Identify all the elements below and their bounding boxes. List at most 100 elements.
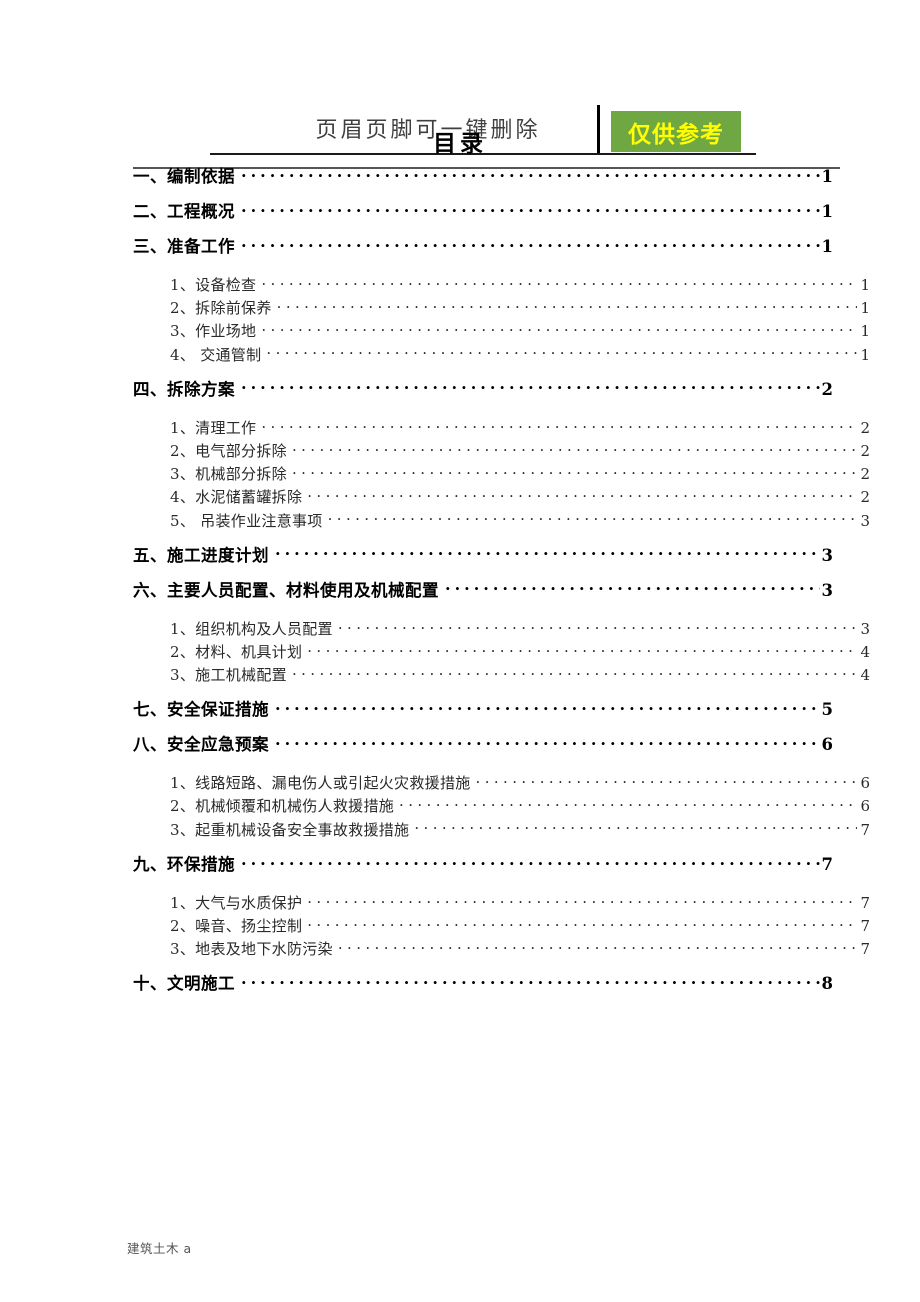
- toc-dot-leader: [241, 973, 820, 990]
- toc-entry-level1[interactable]: 六、主要人员配置、材料使用及机械配置 3: [133, 577, 833, 612]
- toc-dot-leader: [261, 418, 857, 433]
- toc-dot-leader: [277, 298, 857, 313]
- page-header: 页眉页脚可一键删除 仅供参考: [0, 50, 920, 169]
- toc-entry-label: 1、组织机构及人员配置: [170, 619, 333, 638]
- toc-dot-leader: [241, 201, 820, 218]
- toc-entry-page-number: 5: [821, 700, 833, 720]
- toc-dot-leader: [307, 916, 857, 931]
- toc-dot-leader: [307, 487, 857, 502]
- toc-entry-level2[interactable]: 2、噪音、扬尘控制 7: [170, 915, 870, 938]
- toc-dot-leader: [445, 579, 820, 596]
- toc-dot-leader: [241, 378, 820, 395]
- toc-entry-label: 3、作业场地: [170, 322, 257, 341]
- toc-entry-page-number: 7: [821, 854, 833, 874]
- toc-entry-page-number: 2: [860, 441, 870, 460]
- toc-entry-page-number: 1: [821, 167, 833, 186]
- toc-dot-leader: [338, 939, 857, 954]
- toc-entry-level1[interactable]: 九、环保措施 7: [133, 851, 833, 886]
- toc-entry-level2[interactable]: 1、组织机构及人员配置 3: [170, 618, 870, 641]
- toc-dot-leader: [275, 734, 820, 751]
- toc-entry-level2[interactable]: 1、清理工作 2: [170, 417, 870, 440]
- toc-entry-page-number: 7: [860, 893, 870, 912]
- toc-entry-label: 六、主要人员配置、材料使用及机械配置: [133, 580, 439, 600]
- toc-entry-label: 2、材料、机具计划: [170, 642, 303, 661]
- toc-entry-level2[interactable]: 2、机械倾覆和机械伤人救援措施 6: [170, 795, 870, 818]
- toc-entry-label: 3、机械部分拆除: [170, 465, 287, 484]
- toc-entry-page-number: 3: [860, 511, 870, 530]
- toc-entry-page-number: 4: [860, 642, 870, 661]
- page-footer-text: 建筑土木 a: [127, 1241, 192, 1256]
- toc-entry-label: 八、安全应急预案: [133, 735, 269, 755]
- toc-entry-label: 3、施工机械配置: [170, 666, 287, 685]
- toc-entry-page-number: 4: [860, 666, 870, 685]
- toc-entry-label: 二、工程概况: [133, 202, 235, 221]
- toc-entry-page-number: 3: [860, 619, 870, 638]
- toc-entry-label: 4、水泥储蓄罐拆除: [170, 488, 303, 507]
- toc-entry-label: 1、清理工作: [170, 418, 257, 437]
- toc-entry-level1[interactable]: 七、安全保证措施 5: [133, 696, 833, 731]
- toc-entry-label: 2、拆除前保养: [170, 299, 272, 318]
- toc-entry-label: 十、文明施工: [133, 974, 235, 994]
- toc-entry-level2[interactable]: 3、施工机械配置 4: [170, 664, 870, 687]
- toc-entry-page-number: 1: [821, 237, 833, 256]
- toc-entry-page-number: 7: [860, 940, 870, 959]
- toc-entry-label: 2、电气部分拆除: [170, 441, 287, 460]
- toc-entry-label: 1、大气与水质保护: [170, 893, 303, 912]
- toc-entry-label: 3、起重机械设备安全事故救援措施: [170, 820, 410, 839]
- toc-entry-level2[interactable]: 2、拆除前保养 1: [170, 297, 870, 320]
- toc-entry-label: 四、拆除方案: [133, 379, 235, 399]
- toc-entry-level2[interactable]: 3、机械部分拆除 2: [170, 463, 870, 486]
- toc-entry-label: 九、环保措施: [133, 854, 235, 874]
- toc-entry-label: 4、 交通管制: [170, 345, 262, 364]
- toc-dot-leader: [338, 619, 857, 634]
- toc-entry-page-number: 6: [821, 735, 833, 755]
- toc-entry-level1[interactable]: 四、拆除方案 2: [133, 376, 833, 411]
- toc-entry-level1[interactable]: 二、工程概况 1: [133, 198, 833, 233]
- toc-entry-label: 七、安全保证措施: [133, 700, 269, 720]
- toc-dot-leader: [399, 796, 857, 811]
- toc-entry-page-number: 3: [821, 580, 833, 600]
- toc-entry-page-number: 1: [821, 202, 833, 221]
- toc-dot-leader: [261, 321, 857, 336]
- toc-dot-leader: [241, 166, 820, 183]
- toc-dot-leader: [241, 236, 820, 253]
- table-of-contents: 一、编制依据1 二、工程概况 1 三、准备工作 1 1、设备检查 1 2、拆除前保养 1 3、作业…: [133, 163, 870, 1005]
- toc-entry-page-number: 7: [860, 917, 870, 935]
- toc-dot-leader: [328, 511, 857, 526]
- toc-entry-label: 三、准备工作: [133, 237, 235, 256]
- toc-entry-level1[interactable]: 八、安全应急预案 6: [133, 731, 833, 766]
- toc-entry-level2[interactable]: 3、作业场地 1: [170, 320, 870, 343]
- toc-entry-level2[interactable]: 4、 交通管制 1: [170, 344, 870, 367]
- toc-entry-label: 1、设备检查: [170, 276, 257, 294]
- toc-entry-level2[interactable]: 5、 吊装作业注意事项 3: [170, 510, 870, 533]
- toc-entry-page-number: 6: [860, 797, 870, 816]
- toc-dot-leader: [307, 642, 857, 657]
- toc-entry-level1[interactable]: 十、文明施工 8: [133, 970, 833, 1005]
- toc-entry-label: 3、地表及地下水防污染: [170, 940, 333, 959]
- toc-entry-level2[interactable]: 2、电气部分拆除 2: [170, 440, 870, 463]
- toc-entry-label: 2、噪音、扬尘控制: [170, 917, 303, 935]
- toc-entry-level1[interactable]: 一、编制依据 1: [133, 163, 833, 198]
- toc-entry-level2[interactable]: 3、地表及地下水防污染 7: [170, 938, 870, 961]
- toc-entry-level1[interactable]: 五、施工进度计划 3: [133, 542, 833, 577]
- toc-entry-level2[interactable]: 3、起重机械设备安全事故救援措施 7: [170, 819, 870, 842]
- toc-dot-leader: [476, 773, 857, 788]
- toc-entry-page-number: 2: [821, 379, 833, 399]
- toc-entry-page-number: 8: [821, 974, 833, 994]
- toc-dot-leader: [261, 275, 857, 290]
- toc-entry-level2[interactable]: 1、大气与水质保护 7: [170, 892, 870, 915]
- toc-entry-level2[interactable]: 2、材料、机具计划 4: [170, 641, 870, 664]
- toc-entry-level2[interactable]: 1、线路短路、漏电伤人或引起火灾救援措施 6: [170, 772, 870, 795]
- toc-entry-level2[interactable]: 4、水泥储蓄罐拆除 2: [170, 486, 870, 509]
- toc-dot-leader: [414, 820, 857, 835]
- toc-entry-page-number: 6: [860, 774, 870, 793]
- toc-entry-page-number: 1: [860, 299, 870, 318]
- page-title: 目录: [433, 130, 487, 157]
- toc-entry-page-number: 2: [860, 418, 870, 437]
- toc-dot-leader: [266, 345, 857, 360]
- toc-entry-page-number: 1: [860, 276, 870, 294]
- toc-entry-label: 2、机械倾覆和机械伤人救援措施: [170, 797, 395, 816]
- toc-entry-level2[interactable]: 1、设备检查 1: [170, 274, 870, 297]
- toc-entry-level1[interactable]: 三、准备工作 1: [133, 233, 833, 268]
- toc-dot-leader: [292, 665, 857, 680]
